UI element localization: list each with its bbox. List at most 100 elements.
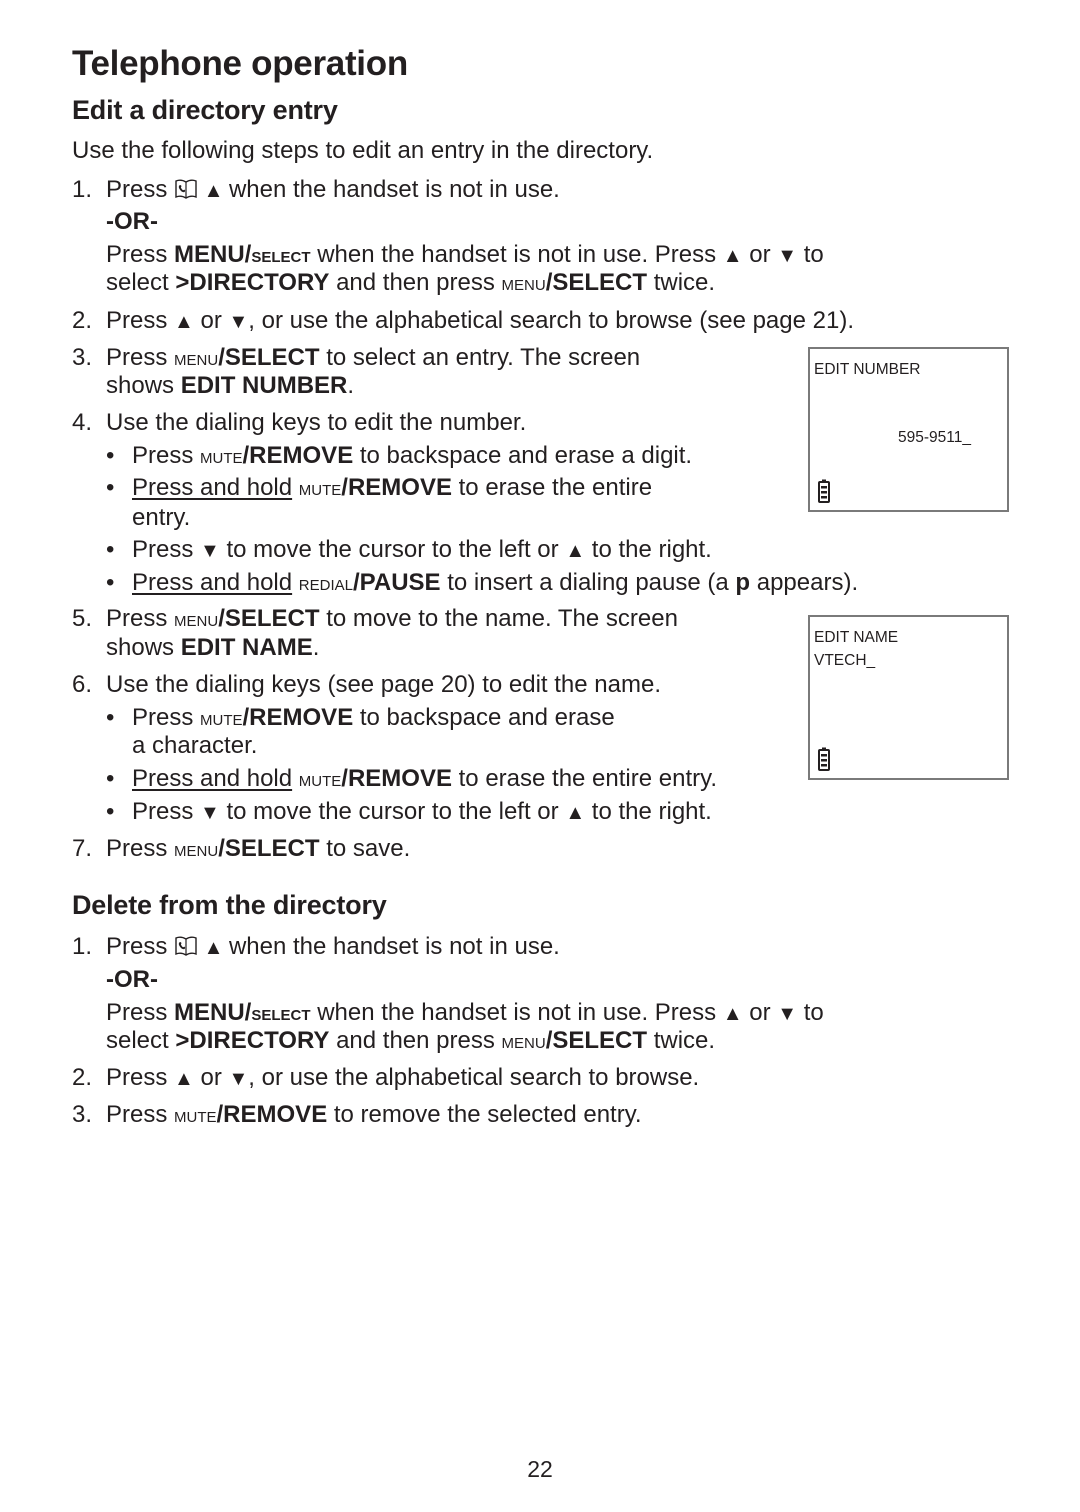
bold-term: -OR- [106, 966, 158, 993]
step-number: 7. [72, 835, 93, 862]
step-text: Press ▲ when the handset is not in use. [106, 932, 560, 963]
bold-term: MENU/ [174, 999, 252, 1026]
battery-icon [818, 747, 830, 771]
step-text: entry. [132, 503, 190, 532]
text-run: or [742, 241, 778, 268]
text-run: twice. [647, 1027, 716, 1054]
text-run: to move to the name. The screen [319, 605, 678, 632]
battery-icon [818, 479, 830, 503]
key-label: mute [200, 443, 243, 468]
text-run: Press [132, 704, 201, 731]
section-title-edit: Edit a directory entry [72, 95, 338, 125]
text-run: Press [106, 1064, 175, 1091]
bold-term: -OR- [106, 208, 158, 235]
text-run: to erase the entire [451, 474, 653, 501]
step-number: 4. [72, 409, 93, 436]
page-number: 22 [527, 1456, 553, 1482]
directory-book-icon [175, 179, 197, 199]
lcd-screen-edit-name: EDIT NAME VTECH_ [808, 615, 1009, 780]
text-run [292, 474, 299, 501]
text-run: to [797, 999, 824, 1026]
down-arrow-icon: ▼ [228, 1068, 249, 1090]
key-label: mute [298, 475, 342, 500]
up-arrow-icon: ▲ [722, 245, 743, 267]
lcd-number-value: 595-9511_ [898, 429, 971, 446]
up-arrow-icon: ▲ [174, 311, 194, 333]
text-run: to erase the entire entry. [451, 765, 717, 792]
lcd-heading: EDIT NAME [814, 629, 899, 646]
text-run: entry. [132, 504, 191, 531]
bullet-icon: • [106, 798, 115, 825]
text-run: shows [106, 634, 181, 661]
text-run: a character. [132, 732, 258, 759]
emphasis-underline: Press and hold [132, 569, 293, 596]
step-text: a character. [132, 731, 257, 760]
bullet-icon: • [106, 765, 115, 792]
step-text: Press menu/SELECT to move to the name. T… [106, 604, 678, 633]
text-run: to the right. [585, 536, 712, 563]
text-run: Press [132, 442, 201, 469]
key-label: select [251, 1000, 311, 1025]
text-run: Use the dialing keys (see page 20) to ed… [106, 671, 661, 698]
text-run: appears). [750, 569, 859, 596]
text-run: select [106, 1027, 176, 1054]
step-text: Press mute/REMOVE to remove the selected… [106, 1100, 642, 1129]
text-run: Press [106, 933, 175, 960]
text-run: when the handset is not in use. Press [310, 241, 723, 268]
text-run: Press [106, 605, 175, 632]
step-text: Press MENU/select when the handset is no… [106, 240, 824, 271]
bullet-icon: • [106, 442, 115, 469]
step-text: Press menu/SELECT to save. [106, 834, 410, 863]
lcd-heading: EDIT NUMBER [814, 361, 921, 378]
bold-term: MENU/ [174, 241, 252, 268]
up-arrow-icon: ▲ [722, 1003, 743, 1025]
up-arrow-icon: ▲ [565, 802, 586, 824]
emphasis-underline: Press and hold [132, 474, 293, 501]
step-number: 1. [72, 933, 93, 960]
text-run: shows [106, 372, 181, 399]
bold-term: /SELECT [218, 344, 320, 371]
up-arrow-icon: ▲ [174, 1068, 194, 1090]
text-run: to backspace and erase [353, 704, 615, 731]
text-run: Press [106, 835, 175, 862]
step-text: Press mute/REMOVE to backspace and erase… [132, 441, 692, 470]
bold-term: /REMOVE [242, 442, 354, 469]
text-run: or [742, 999, 778, 1026]
key-label: mute [200, 705, 243, 730]
down-arrow-icon: ▼ [777, 1003, 798, 1025]
text-run: to move the cursor to the left or [219, 798, 566, 825]
key-label: menu [174, 836, 219, 861]
lcd-screen-edit-number: EDIT NUMBER 595-9511_ [808, 347, 1009, 512]
page-title: Telephone operation [72, 44, 408, 83]
text-run: to insert a dialing pause (a [440, 569, 736, 596]
text-run: , or use the alphabetical search to brow… [248, 307, 854, 334]
step-number: 2. [72, 1064, 93, 1091]
up-arrow-icon: ▲ [565, 540, 586, 562]
down-arrow-icon: ▼ [777, 245, 798, 267]
bold-term: EDIT NAME [180, 634, 313, 661]
text-run: . [347, 372, 355, 399]
bold-term: EDIT NUMBER [180, 372, 348, 399]
text-run: to backspace and erase a digit. [353, 442, 693, 469]
step-text: Press and hold mute/REMOVE to erase the … [132, 764, 717, 793]
text-run: Press [106, 307, 175, 334]
text-run [292, 569, 299, 596]
text-run: Press [106, 241, 175, 268]
text-run: to select an entry. The screen [319, 344, 641, 371]
step-text: Press and hold mute/REMOVE to erase the … [132, 473, 652, 502]
text-run: Press [106, 1101, 175, 1128]
bold-term: /REMOVE [242, 704, 354, 731]
text-run: Use the dialing keys to edit the number. [106, 409, 527, 436]
step-text: shows EDIT NUMBER. [106, 371, 354, 400]
step-number: 2. [72, 307, 93, 334]
bullet-icon: • [106, 569, 115, 596]
step-number: 1. [72, 176, 93, 203]
step-number: 3. [72, 344, 93, 371]
text-run: or [193, 1064, 229, 1091]
bold-term: /REMOVE [341, 474, 452, 501]
step-text: Use the dialing keys to edit the number. [106, 408, 526, 437]
emphasis-underline: Press and hold [132, 765, 293, 792]
bold-term: /SELECT [218, 835, 320, 862]
step-text: Press MENU/select when the handset is no… [106, 998, 824, 1029]
step-text: Press menu/SELECT to select an entry. Th… [106, 343, 640, 372]
